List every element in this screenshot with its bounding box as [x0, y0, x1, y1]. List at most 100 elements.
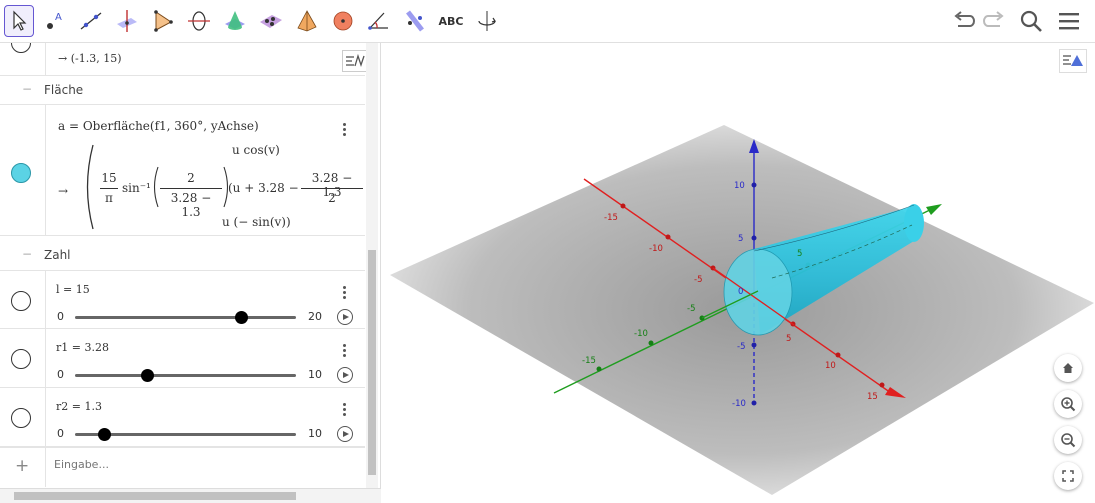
visibility-toggle[interactable]	[11, 163, 31, 183]
zoom-in-icon	[1061, 397, 1076, 412]
zoom-out-icon	[1061, 433, 1076, 448]
slider-thumb[interactable]	[234, 311, 248, 324]
point-tool-icon: A	[47, 12, 62, 29]
text-tool-button[interactable]: ABC	[436, 5, 466, 37]
slider-track[interactable]	[75, 316, 296, 319]
y-tick-label: -10	[634, 329, 648, 339]
plane-tool-button[interactable]	[256, 5, 286, 37]
point-tool-button[interactable]: A	[40, 5, 70, 37]
graphics-3d-canvas[interactable]: -15 -10 -5 5 10 15 -15 -10 -5 5 10 5 0 -5 -10	[382, 43, 1095, 503]
toolbar: A ABC	[0, 0, 1095, 43]
line-tool-button[interactable]	[76, 5, 106, 37]
algebra-input-row[interactable]: +	[0, 447, 365, 487]
algebra-vertical-scrollbar[interactable]	[366, 43, 378, 488]
pyramid-tool-icon	[297, 10, 317, 32]
undo-button[interactable]	[950, 7, 978, 35]
group-label: Zahl	[44, 248, 71, 262]
algebra-input-field[interactable]	[54, 458, 344, 471]
output-arrow: →	[58, 184, 69, 198]
home-icon	[1063, 363, 1073, 373]
main-menu-button[interactable]	[1055, 7, 1083, 35]
slider-label: r2 = 1.3	[56, 400, 102, 413]
slider-min: 0	[57, 310, 64, 323]
slider-max: 10	[308, 427, 322, 440]
svg-text:A: A	[55, 12, 62, 23]
perpendicular-tool-button[interactable]	[112, 5, 142, 37]
slider-label: r1 = 3.28	[56, 341, 109, 354]
zoom-in-button[interactable]	[1054, 390, 1082, 418]
algebra-style-bar-button[interactable]	[342, 50, 368, 72]
visibility-toggle[interactable]	[11, 408, 31, 428]
visibility-toggle[interactable]	[11, 43, 31, 53]
z-tick-label: -10	[732, 399, 746, 409]
reflect-tool-button[interactable]	[400, 5, 430, 37]
slider-thumb[interactable]	[97, 428, 111, 441]
play-animation-icon[interactable]	[337, 309, 353, 325]
sphere-tool-icon	[333, 11, 353, 31]
add-icon[interactable]: +	[15, 456, 29, 476]
visibility-toggle[interactable]	[11, 349, 31, 369]
fraction-denominator: 2	[328, 191, 336, 205]
fraction-numerator: 2	[187, 171, 195, 185]
hamburger-menu-icon	[1059, 13, 1079, 30]
intersect-surfaces-tool-icon	[225, 11, 245, 30]
graphics-style-bar-button[interactable]	[1059, 49, 1087, 73]
slider-min: 0	[57, 368, 64, 381]
slider-max: 10	[308, 368, 322, 381]
polygon-tool-button[interactable]	[148, 5, 178, 37]
slider-thumb[interactable]	[141, 369, 155, 382]
y-tick-label: -5	[687, 304, 695, 314]
zoom-out-button[interactable]	[1054, 426, 1082, 454]
redo-button[interactable]	[980, 7, 1008, 35]
z-tick-label: 10	[734, 181, 745, 191]
redo-icon	[983, 11, 1004, 27]
y-axis-arrow	[926, 204, 942, 215]
fullscreen-button[interactable]	[1054, 462, 1082, 490]
move-tool-button[interactable]	[4, 5, 34, 37]
slider-min: 0	[57, 427, 64, 440]
line-tool-icon	[80, 12, 102, 30]
move-tool-icon	[13, 10, 27, 31]
more-options-icon[interactable]	[343, 284, 347, 301]
group-header-surface[interactable]: − Fläche	[0, 77, 365, 103]
algebra-row-previous[interactable]: → (-1.3, 15)	[0, 43, 365, 76]
group-label: Fläche	[44, 83, 84, 97]
x-tick-label: 5	[786, 334, 791, 344]
fraction-denominator: π	[105, 191, 113, 205]
play-animation-icon[interactable]	[337, 426, 353, 442]
algebra-row-slider[interactable]: r2 = 1.3 0 10	[0, 388, 365, 447]
standard-view-button[interactable]	[1054, 354, 1082, 382]
sphere-tool-button[interactable]	[328, 5, 358, 37]
angle-tool-button[interactable]	[364, 5, 394, 37]
algebra-row-slider[interactable]: l = 15 0 20	[0, 270, 365, 329]
x-tick-label: 10	[825, 361, 836, 371]
slider-track[interactable]	[75, 374, 296, 377]
paren	[153, 166, 159, 208]
more-options-icon[interactable]	[343, 401, 347, 418]
search-button[interactable]	[1017, 7, 1045, 35]
play-animation-icon[interactable]	[337, 367, 353, 383]
rotate-view-tool-button[interactable]	[472, 5, 502, 37]
pyramid-tool-button[interactable]	[292, 5, 322, 37]
style-bar-icon	[346, 53, 365, 68]
collapse-icon[interactable]: −	[20, 83, 34, 97]
z-tick-label: 5	[738, 234, 743, 244]
group-header-number[interactable]: − Zahl	[0, 242, 365, 268]
algebra-row-slider[interactable]: r1 = 3.28 0 10	[0, 329, 365, 388]
graphics-3d-view[interactable]: -15 -10 -5 5 10 15 -15 -10 -5 5 10 5 0 -5 -10	[382, 43, 1095, 503]
circle-axis-tool-icon	[188, 11, 210, 31]
more-options-icon[interactable]	[343, 342, 347, 359]
z-tick-label: -5	[737, 342, 745, 352]
x-tick-label: -10	[649, 244, 663, 254]
collapse-icon[interactable]: −	[20, 248, 34, 262]
circle-axis-tool-button[interactable]	[184, 5, 214, 37]
more-options-icon[interactable]	[343, 121, 347, 138]
algebra-row-surface[interactable]: a = Oberfläche(f1, 360°, yAchse) → 15 π …	[0, 104, 365, 236]
fraction-denominator: 3.28 − 1.3	[170, 191, 212, 219]
previous-output: → (-1.3, 15)	[58, 52, 122, 65]
text-tool-icon: ABC	[438, 14, 464, 28]
visibility-toggle[interactable]	[11, 291, 31, 311]
intersect-surfaces-tool-button[interactable]	[220, 5, 250, 37]
algebra-horizontal-scrollbar[interactable]	[0, 488, 381, 503]
big-left-paren	[86, 144, 94, 230]
